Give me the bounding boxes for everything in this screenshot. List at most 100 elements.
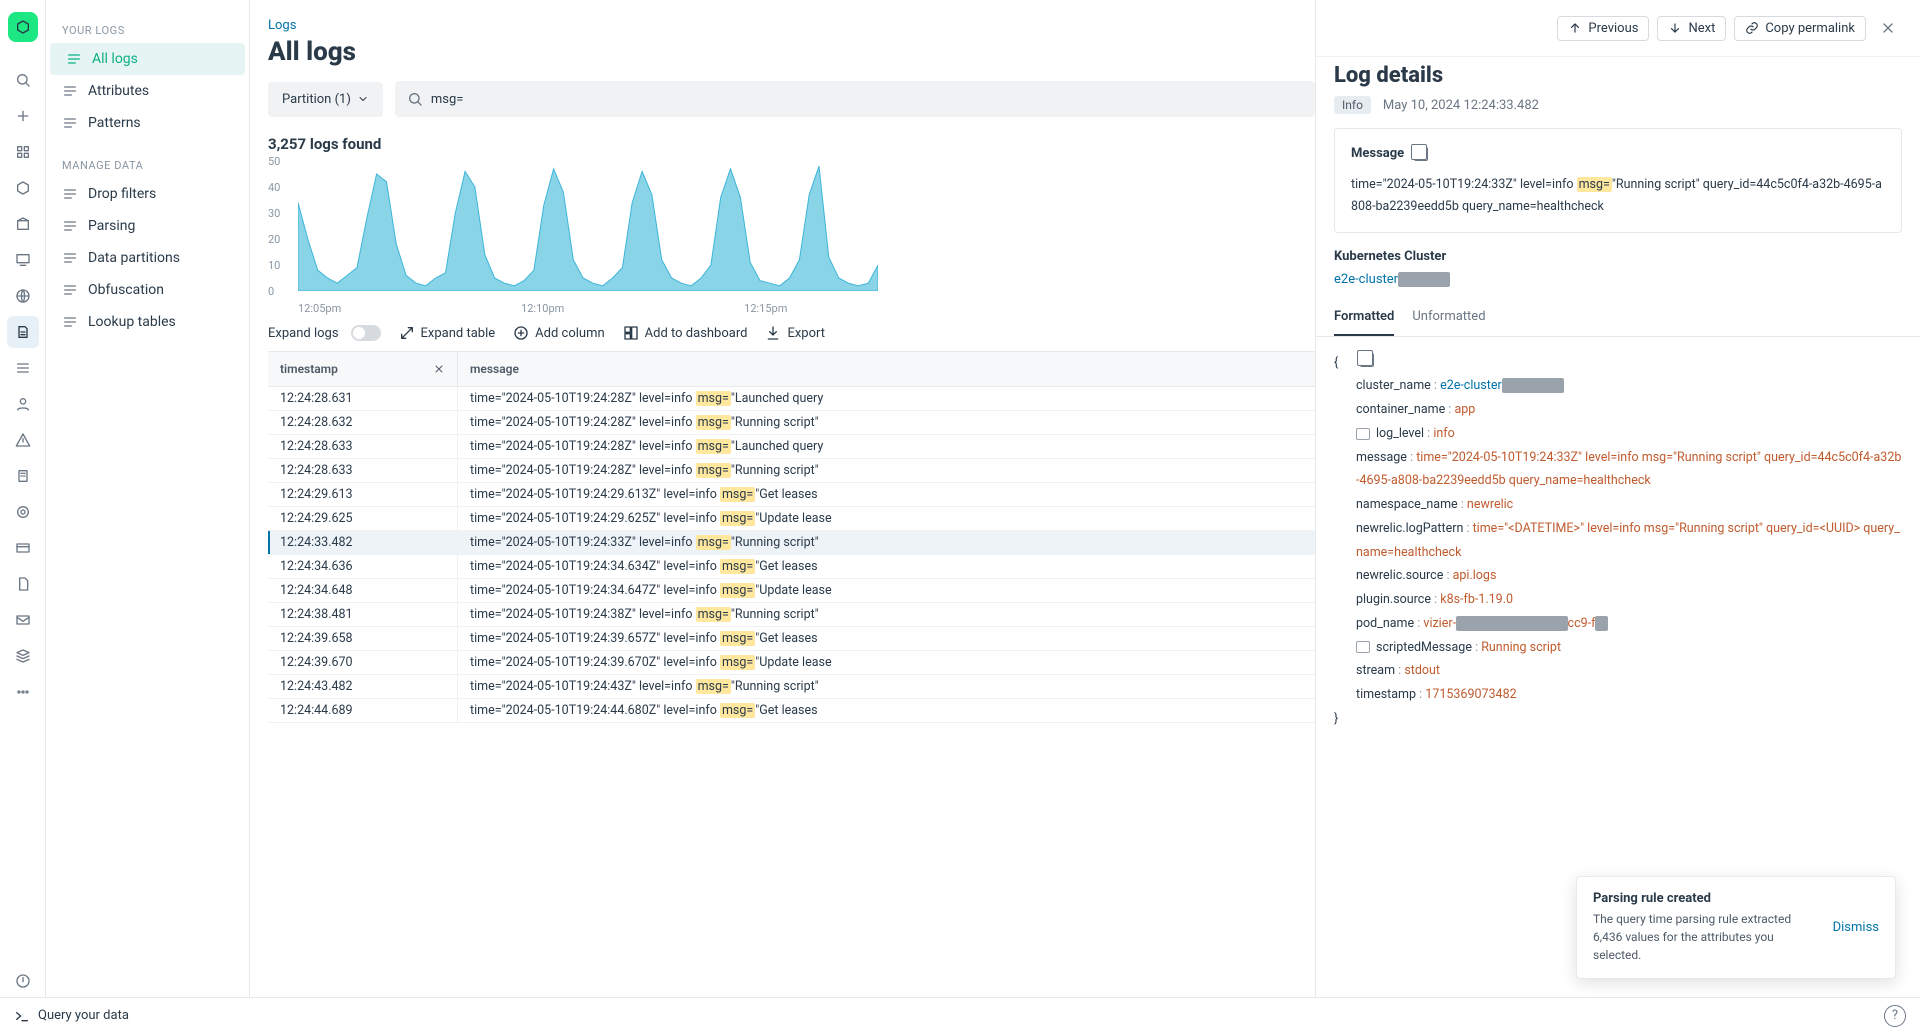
sidebar-item-data-partitions[interactable]: Data partitions bbox=[46, 242, 249, 274]
sidebar-item-attributes[interactable]: Attributes bbox=[46, 75, 249, 107]
search-rail-icon[interactable] bbox=[7, 64, 39, 96]
k8s-cluster-link[interactable]: e2e-clusterxxxxxxxx bbox=[1334, 272, 1450, 287]
arrow-down-icon bbox=[1668, 21, 1682, 35]
feedback-rail-icon[interactable] bbox=[7, 965, 39, 997]
column-timestamp-label: timestamp bbox=[280, 362, 338, 376]
column-timestamp[interactable]: timestamp bbox=[268, 352, 458, 386]
table-row[interactable]: 12:24:34.636time="2024-05-10T19:24:34.63… bbox=[268, 555, 1315, 579]
logo-icon[interactable] bbox=[8, 12, 38, 42]
details-timestamp: May 10, 2024 12:24:33.482 bbox=[1383, 98, 1539, 113]
globe-rail-icon[interactable] bbox=[7, 280, 39, 312]
message-label: Message bbox=[1351, 143, 1404, 165]
table-row[interactable]: 12:24:39.670time="2024-05-10T19:24:39.67… bbox=[268, 651, 1315, 675]
table-row[interactable]: 12:24:33.482time="2024-05-10T19:24:33Z" … bbox=[268, 531, 1315, 555]
json-value[interactable]: e2e-cluster bbox=[1440, 378, 1502, 393]
expand-logs-label: Expand logs bbox=[268, 326, 339, 341]
hex-rail-icon[interactable] bbox=[7, 172, 39, 204]
copy-permalink-button[interactable]: Copy permalink bbox=[1734, 16, 1866, 41]
table-toolbar: Expand logs Expand table Add column Add … bbox=[268, 311, 1315, 351]
json-key: container_name bbox=[1356, 402, 1445, 417]
sidebar-item-parsing[interactable]: Parsing bbox=[46, 210, 249, 242]
table-row[interactable]: 12:24:29.625time="2024-05-10T19:24:29.62… bbox=[268, 507, 1315, 531]
add-dashboard-button[interactable]: Add to dashboard bbox=[623, 325, 748, 341]
column-message[interactable]: message bbox=[458, 352, 1315, 386]
building-rail-icon[interactable] bbox=[7, 460, 39, 492]
expand-table-label: Expand table bbox=[421, 326, 496, 341]
toast-title: Parsing rule created bbox=[1593, 891, 1821, 906]
file-rail-icon[interactable] bbox=[7, 568, 39, 600]
more-rail-icon[interactable] bbox=[7, 676, 39, 708]
table-row[interactable]: 12:24:44.689time="2024-05-10T19:24:44.68… bbox=[268, 699, 1315, 723]
previous-button[interactable]: Previous bbox=[1557, 16, 1649, 41]
copy-icon[interactable] bbox=[1414, 147, 1428, 161]
table-row[interactable]: 12:24:29.613time="2024-05-10T19:24:29.61… bbox=[268, 483, 1315, 507]
cell-message: time="2024-05-10T19:24:28Z" level=info m… bbox=[458, 411, 1315, 434]
sidebar-item-drop-filters[interactable]: Drop filters bbox=[46, 178, 249, 210]
table-row[interactable]: 12:24:43.482time="2024-05-10T19:24:43Z" … bbox=[268, 675, 1315, 699]
cell-message: time="2024-05-10T19:24:39.657Z" level=in… bbox=[458, 627, 1315, 650]
x-tick: 12:05pm bbox=[298, 302, 341, 315]
arrow-up-icon bbox=[1568, 21, 1582, 35]
k8s-title: Kubernetes Cluster bbox=[1334, 249, 1902, 264]
close-button[interactable] bbox=[1874, 14, 1902, 42]
card-rail-icon[interactable] bbox=[7, 532, 39, 564]
y-tick: 40 bbox=[268, 181, 280, 194]
partition-label: Partition (1) bbox=[282, 92, 351, 107]
tab-formatted[interactable]: Formatted bbox=[1334, 299, 1394, 336]
alert-rail-icon[interactable] bbox=[7, 424, 39, 456]
sidebar-item-label: Patterns bbox=[88, 115, 141, 131]
dismiss-button[interactable]: Dismiss bbox=[1833, 920, 1879, 935]
table-row[interactable]: 12:24:28.633time="2024-05-10T19:24:28Z" … bbox=[268, 435, 1315, 459]
breadcrumb[interactable]: Logs bbox=[268, 18, 1315, 33]
sliders-icon bbox=[62, 115, 78, 131]
stack-rail-icon[interactable] bbox=[7, 640, 39, 672]
table-row[interactable]: 12:24:38.481time="2024-05-10T19:24:38Z" … bbox=[268, 603, 1315, 627]
column-message-label: message bbox=[470, 362, 519, 376]
sidebar-item-label: Drop filters bbox=[88, 186, 156, 202]
sidebar-item-lookup-tables[interactable]: Lookup tables bbox=[46, 306, 249, 338]
expand-table-button[interactable]: Expand table bbox=[399, 325, 496, 341]
y-tick: 20 bbox=[268, 233, 280, 246]
sidebar-item-label: Attributes bbox=[88, 83, 149, 99]
cell-timestamp: 12:24:39.658 bbox=[268, 627, 458, 650]
sidebar-item-patterns[interactable]: Patterns bbox=[46, 107, 249, 139]
help-button[interactable]: ? bbox=[1884, 1005, 1906, 1027]
cell-timestamp: 12:24:28.633 bbox=[268, 459, 458, 482]
remove-column-icon[interactable] bbox=[433, 363, 445, 375]
next-button[interactable]: Next bbox=[1657, 16, 1726, 41]
json-value: newrelic bbox=[1467, 497, 1513, 512]
search-input[interactable]: msg= bbox=[395, 81, 1315, 117]
message-highlight: msg= bbox=[1577, 177, 1612, 192]
copy-json-icon[interactable] bbox=[1360, 353, 1374, 367]
toast-body: The query time parsing rule extracted 6,… bbox=[1593, 910, 1821, 964]
add-column-button[interactable]: Add column bbox=[513, 325, 605, 341]
package-rail-icon[interactable] bbox=[7, 208, 39, 240]
table-row[interactable]: 12:24:28.632time="2024-05-10T19:24:28Z" … bbox=[268, 411, 1315, 435]
json-value: vizier- bbox=[1423, 616, 1456, 631]
sidebar-item-obfuscation[interactable]: Obfuscation bbox=[46, 274, 249, 306]
partition-selector[interactable]: Partition (1) bbox=[268, 82, 383, 117]
table-row[interactable]: 12:24:28.633time="2024-05-10T19:24:28Z" … bbox=[268, 459, 1315, 483]
user-rail-icon[interactable] bbox=[7, 388, 39, 420]
json-key: cluster_name bbox=[1356, 378, 1431, 393]
expand-logs-toggle[interactable]: Expand logs bbox=[268, 325, 381, 341]
apps-rail-icon[interactable] bbox=[7, 136, 39, 168]
query-data-button[interactable]: Query your data bbox=[14, 1008, 129, 1024]
table-row[interactable]: 12:24:39.658time="2024-05-10T19:24:39.65… bbox=[268, 627, 1315, 651]
sidebar-item-all-logs[interactable]: All logs bbox=[50, 43, 245, 75]
cell-timestamp: 12:24:43.482 bbox=[268, 675, 458, 698]
cell-message: time="2024-05-10T19:24:39.670Z" level=in… bbox=[458, 651, 1315, 674]
sidebar-item-label: Parsing bbox=[88, 218, 135, 234]
mail-rail-icon[interactable] bbox=[7, 604, 39, 636]
table-row[interactable]: 12:24:28.631time="2024-05-10T19:24:28Z" … bbox=[268, 387, 1315, 411]
table-icon bbox=[62, 314, 78, 330]
table-row[interactable]: 12:24:34.648time="2024-05-10T19:24:34.64… bbox=[268, 579, 1315, 603]
monitor-rail-icon[interactable] bbox=[7, 244, 39, 276]
logs-rail-icon[interactable] bbox=[7, 316, 39, 348]
target-rail-icon[interactable] bbox=[7, 496, 39, 528]
list-rail-icon[interactable] bbox=[7, 352, 39, 384]
export-button[interactable]: Export bbox=[765, 325, 825, 341]
tab-unformatted[interactable]: Unformatted bbox=[1412, 299, 1485, 336]
plus-rail-icon[interactable] bbox=[7, 100, 39, 132]
json-key: stream bbox=[1356, 663, 1395, 678]
